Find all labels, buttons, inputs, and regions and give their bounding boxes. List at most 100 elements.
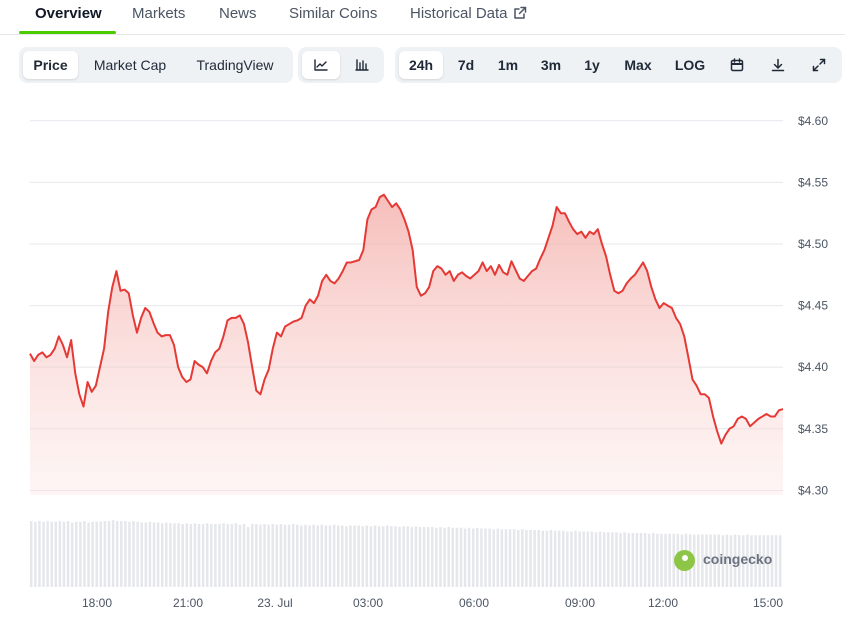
volume-bar xyxy=(660,533,663,587)
date-range-button[interactable] xyxy=(723,51,751,79)
volume-bar xyxy=(222,523,225,587)
volume-bar xyxy=(541,530,545,587)
volume-bar xyxy=(46,521,49,587)
volume-bar xyxy=(398,527,401,587)
volume-bar xyxy=(570,531,573,587)
tab-historical-data-label: Historical Data xyxy=(410,5,508,22)
range-3m-button[interactable]: 3m xyxy=(533,51,569,79)
volume-bar xyxy=(545,530,549,587)
volume-bar xyxy=(557,530,561,587)
log-scale-button[interactable]: LOG xyxy=(669,51,711,79)
volume-bar xyxy=(148,521,152,587)
volume-bar xyxy=(496,528,500,587)
range-1m-button[interactable]: 1m xyxy=(490,51,526,79)
volume-bar xyxy=(246,527,250,587)
line-chart-button[interactable] xyxy=(302,51,340,79)
volume-bar xyxy=(91,521,94,587)
volume-bar xyxy=(652,533,655,587)
volume-bar xyxy=(218,524,221,587)
volume-bar xyxy=(566,531,569,587)
volume-bar xyxy=(66,521,70,587)
volume-bar xyxy=(152,522,156,587)
price-chart[interactable]: $4.60 $4.55 $4.50 $4.45 $4.40 $4.35 $4.30 18:0… xyxy=(0,90,845,627)
download-button[interactable] xyxy=(764,51,792,79)
volume-bar xyxy=(144,522,148,587)
volume-bar xyxy=(230,524,234,587)
volume-bar xyxy=(353,525,356,587)
x-tick-label: 18:00 xyxy=(82,596,112,610)
y-tick-label: $4.55 xyxy=(798,175,828,189)
market-cap-button[interactable]: Market Cap xyxy=(85,51,175,79)
range-max-button[interactable]: Max xyxy=(617,51,659,79)
volume-bar xyxy=(463,528,467,587)
volume-bar xyxy=(656,533,659,587)
volume-bar xyxy=(414,526,418,587)
volume-bar xyxy=(361,526,364,587)
volume-bar xyxy=(467,527,471,587)
volume-bar xyxy=(115,521,119,587)
volume-bar xyxy=(332,524,336,587)
tab-overview[interactable]: Overview xyxy=(35,5,102,22)
range-7d-button[interactable]: 7d xyxy=(449,51,483,79)
tradingview-button[interactable]: TradingView xyxy=(185,51,285,79)
volume-bar xyxy=(410,527,414,587)
candlestick-chart-button[interactable] xyxy=(344,51,380,79)
y-tick-label: $4.60 xyxy=(798,114,828,128)
volume-bar xyxy=(631,533,635,587)
volume-bar xyxy=(435,527,438,587)
volume-bar xyxy=(639,533,643,587)
volume-bar xyxy=(316,525,319,587)
volume-bar xyxy=(480,528,483,587)
volume-bar xyxy=(590,531,594,587)
tab-markets[interactable]: Markets xyxy=(132,5,185,22)
volume-bar xyxy=(291,524,295,587)
volume-bar xyxy=(504,529,508,587)
volume-bar xyxy=(422,527,426,587)
range-1y-button[interactable]: 1y xyxy=(577,51,607,79)
volume-bar xyxy=(83,521,86,587)
volume-bar xyxy=(386,525,389,587)
volume-bar xyxy=(132,521,135,587)
volume-bar xyxy=(87,522,90,587)
metric-toggle-group: Price Market Cap TradingView xyxy=(19,47,293,83)
volume-bar xyxy=(128,521,131,587)
range-24h-button[interactable]: 24h xyxy=(399,51,443,79)
x-tick-label: 12:00 xyxy=(648,596,678,610)
volume-bar xyxy=(529,530,532,587)
volume-bar xyxy=(488,528,491,587)
x-tick-label: 06:00 xyxy=(459,596,489,610)
volume-bar xyxy=(324,525,328,587)
volume-bar xyxy=(111,520,115,587)
tab-similar-coins[interactable]: Similar Coins xyxy=(289,5,377,22)
volume-bar xyxy=(173,523,176,587)
active-tab-indicator xyxy=(19,31,116,34)
volume-bar xyxy=(533,530,536,587)
tab-historical-data[interactable]: Historical Data xyxy=(410,5,527,22)
volume-bar xyxy=(62,521,66,587)
range-toggle-group: 24h 7d 1m 3m 1y Max LOG xyxy=(395,47,842,83)
volume-bar xyxy=(418,527,422,587)
volume-bar xyxy=(238,524,242,587)
volume-bar xyxy=(267,524,270,587)
volume-bar xyxy=(369,526,373,587)
volume-bar xyxy=(214,524,217,587)
volume-bar xyxy=(664,533,667,587)
chart-type-group xyxy=(298,47,384,83)
volume-bar xyxy=(234,523,238,587)
volume-bar xyxy=(50,521,53,587)
volume-bar xyxy=(54,521,58,587)
download-icon xyxy=(771,58,785,72)
volume-bar xyxy=(357,525,360,587)
volume-bar xyxy=(553,530,557,587)
price-button[interactable]: Price xyxy=(23,51,78,79)
fullscreen-button[interactable] xyxy=(805,51,833,79)
volume-bar xyxy=(259,524,262,587)
volume-bar xyxy=(516,530,520,587)
volume-bar xyxy=(95,521,98,587)
volume-bar xyxy=(492,529,495,587)
y-tick-label: $4.30 xyxy=(798,483,828,497)
tab-news[interactable]: News xyxy=(219,5,257,22)
volume-bar xyxy=(38,521,41,587)
volume-bar xyxy=(189,524,193,587)
volume-bar xyxy=(774,535,778,587)
